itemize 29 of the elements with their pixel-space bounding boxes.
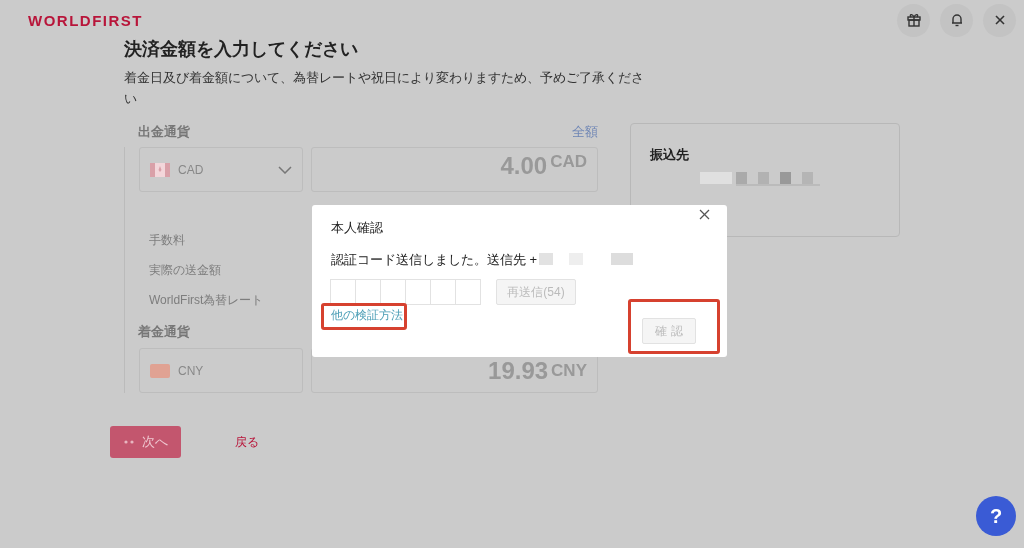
fee-label: 手数料 <box>149 232 185 249</box>
page-subtitle: 着金日及び着金額について、為替レートや祝日により変わりますため、予めご了承ください <box>124 69 645 108</box>
next-button[interactable]: 次へ <box>110 426 181 458</box>
bell-icon[interactable] <box>940 3 973 37</box>
help-button[interactable]: ? <box>976 496 1016 536</box>
currency-select[interactable]: CAD <box>139 147 303 192</box>
loading-dots-icon <box>123 440 134 444</box>
fee-label: 実際の送金額 <box>149 262 221 279</box>
logo[interactable]: WORLDFIRST <box>28 11 143 29</box>
flag-icon <box>150 162 170 177</box>
chevron-down-icon <box>278 165 292 174</box>
code-digit-field[interactable] <box>455 279 481 305</box>
dialog-message: 認証コード送信しました。送信先 + <box>331 251 538 269</box>
close-icon[interactable] <box>699 209 710 220</box>
card-title: 振込先 <box>650 146 689 164</box>
code-digit-field[interactable] <box>330 279 356 305</box>
code-digit-field[interactable] <box>430 279 456 305</box>
section-label: 着金通貨 <box>138 323 191 341</box>
full-amount-link[interactable]: 全額 <box>572 123 598 141</box>
other-methods-link[interactable]: 他の検証方法 <box>331 307 403 324</box>
section-label: 出金通貨 <box>138 123 190 141</box>
gift-icon[interactable] <box>897 3 930 37</box>
fee-label: WorldFirst為替レート <box>149 292 264 309</box>
page-title: 決済金額を入力してください <box>124 40 359 58</box>
flag-icon <box>150 363 170 378</box>
dialog-title: 本人確認 <box>331 219 384 237</box>
code-digit-field[interactable] <box>405 279 431 305</box>
currency-select[interactable]: CNY <box>139 348 303 393</box>
back-link[interactable]: 戻る <box>235 433 259 451</box>
